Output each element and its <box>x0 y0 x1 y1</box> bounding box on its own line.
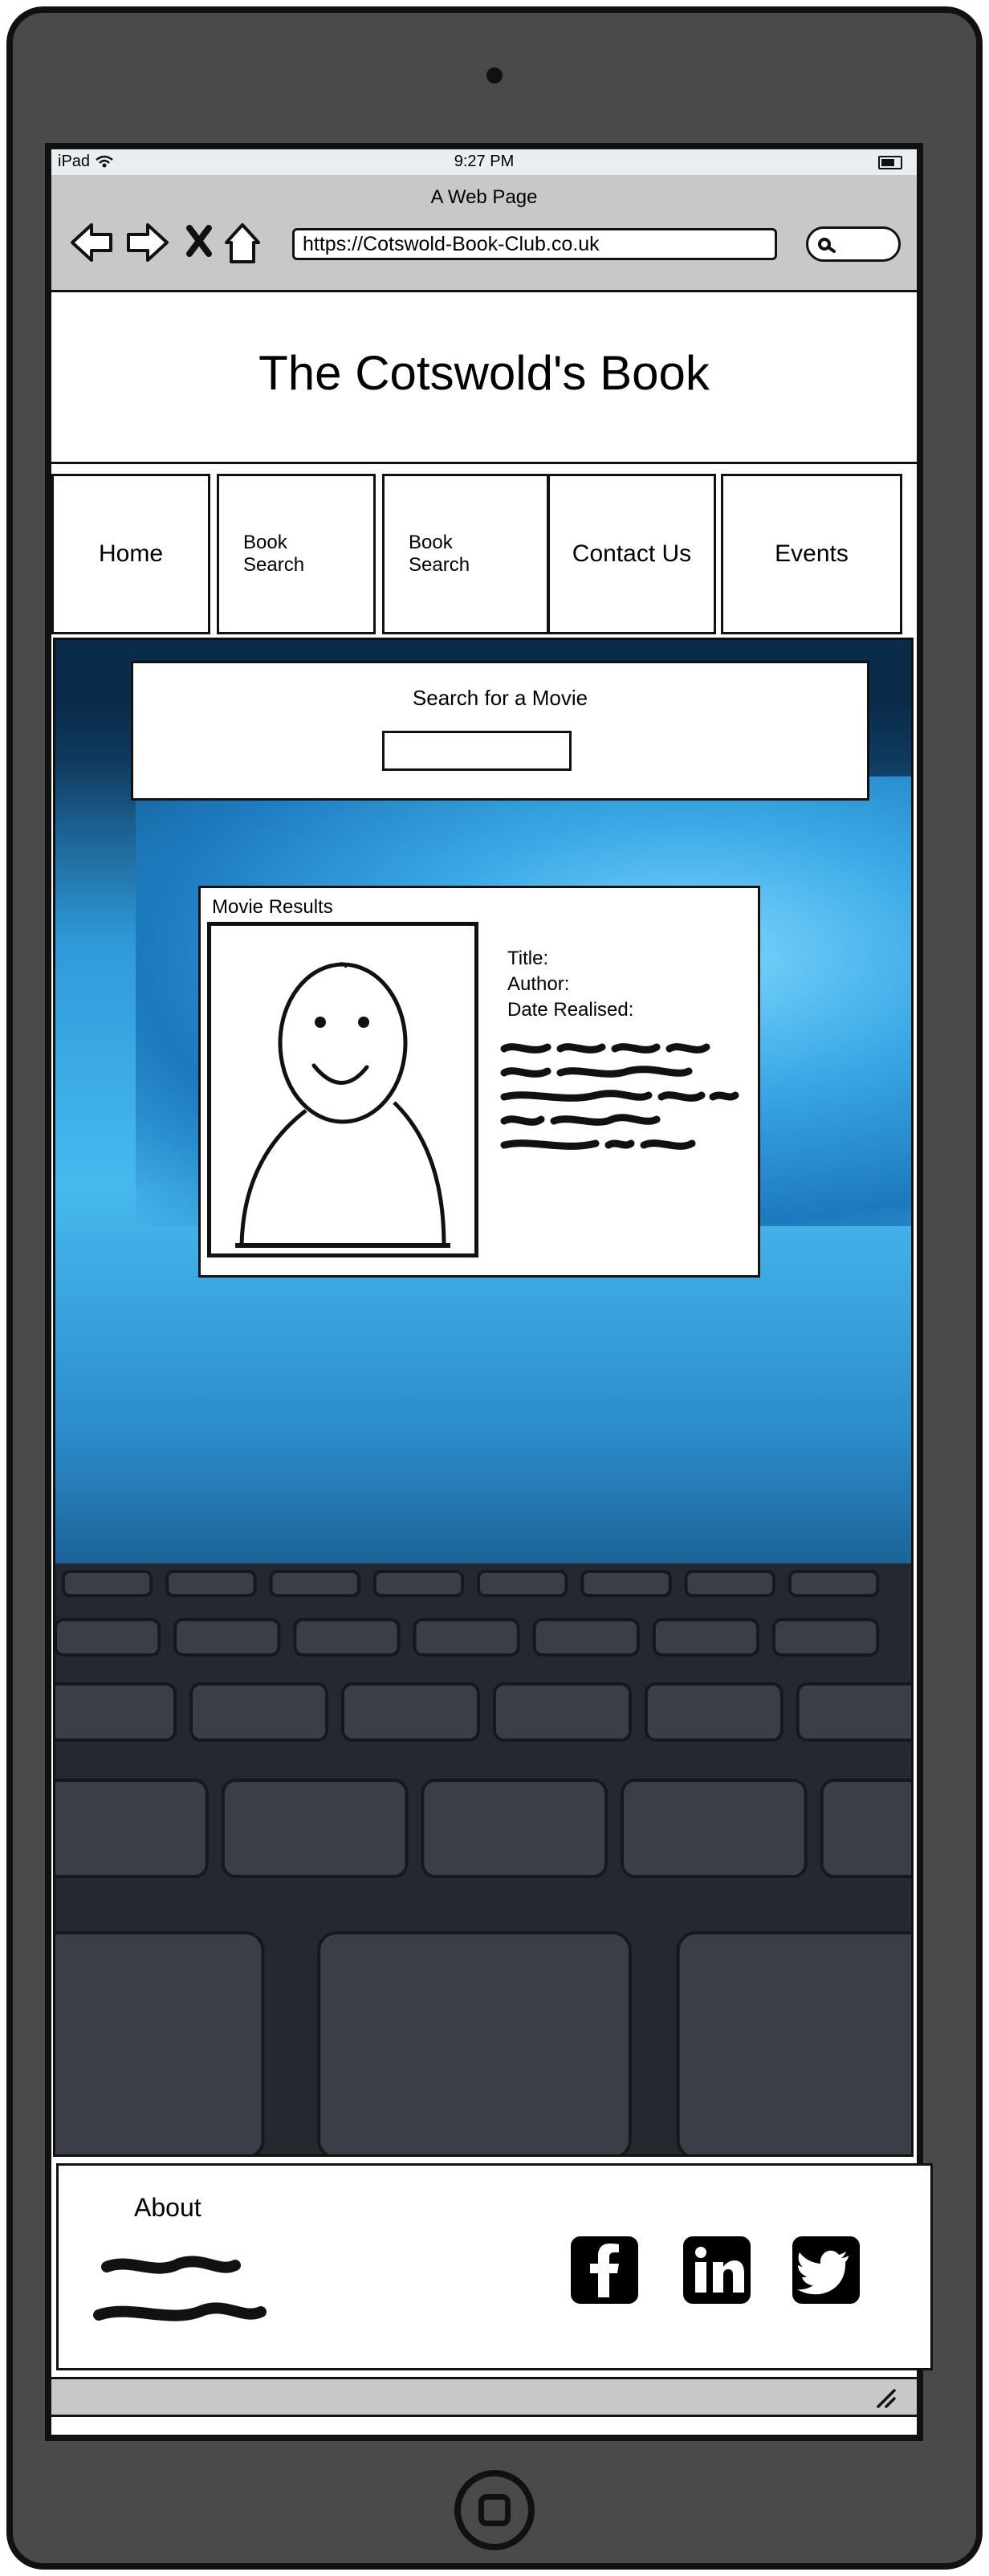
movie-results-card: Movie Results Title: Author: Date Realis… <box>198 886 760 1278</box>
avatar-placeholder-icon <box>235 962 450 1248</box>
main-nav: Home Book Search Book Search Contact Us … <box>51 469 917 638</box>
title-field: Title: <box>507 948 549 969</box>
search-icon <box>818 238 836 253</box>
nav-contact-us[interactable]: Contact Us <box>547 474 716 634</box>
resize-grip-icon[interactable] <box>873 2386 897 2410</box>
movie-search-input[interactable] <box>382 731 572 771</box>
movie-meta: Title: Author: Date Realised: <box>507 946 633 1023</box>
site-footer: About <box>56 2163 933 2370</box>
date-field: Date Realised: <box>507 999 634 1021</box>
arrow-left-icon[interactable] <box>71 223 112 262</box>
arrow-right-icon[interactable] <box>127 223 169 262</box>
browser-page-title: A Web Page <box>430 186 538 208</box>
home-icon[interactable] <box>225 223 260 263</box>
cinema-seats-illustration <box>55 1563 911 2154</box>
movie-poster-frame <box>207 922 478 1257</box>
browser-bottom-bar <box>51 2377 917 2417</box>
status-bar: iPad 9:27 PM <box>51 149 917 175</box>
placeholder-text-scribble <box>500 1043 739 1150</box>
site-header: The Cotswold's Book <box>51 292 917 464</box>
author-field: Author: <box>507 973 570 995</box>
footer-text-scribble <box>93 2256 267 2321</box>
nav-book-search[interactable]: Book Search <box>217 474 376 634</box>
close-icon[interactable] <box>186 225 212 257</box>
facebook-icon[interactable] <box>571 2236 638 2304</box>
cinema-background: Search for a Movie Movie Results Title: … <box>53 638 914 2157</box>
results-title: Movie Results <box>212 896 333 918</box>
nav-book-search-2[interactable]: Book Search <box>382 474 549 634</box>
facebook-glyph <box>590 2244 619 2297</box>
camera-icon <box>486 67 503 84</box>
browser-toolbar: A Web Page https://Cotswold-Book-Club.co… <box>51 175 917 292</box>
browser-nav-icons <box>71 223 260 263</box>
device-home-button[interactable] <box>454 2470 535 2550</box>
nav-events[interactable]: Events <box>721 474 902 634</box>
clock: 9:27 PM <box>454 153 515 170</box>
browser-search-field[interactable] <box>806 226 901 262</box>
twitter-glyph <box>797 2250 849 2295</box>
movie-search-panel: Search for a Movie <box>131 661 869 801</box>
footer-about-label: About <box>134 2193 201 2222</box>
url-field[interactable]: https://Cotswold-Book-Club.co.uk <box>292 228 777 260</box>
twitter-icon[interactable] <box>792 2236 860 2304</box>
search-label: Search for a Movie <box>412 686 588 710</box>
linkedin-icon[interactable] <box>683 2236 751 2304</box>
nav-home[interactable]: Home <box>51 474 210 634</box>
linkedin-glyph <box>695 2247 744 2293</box>
site-title: The Cotswold's Book <box>258 346 710 400</box>
battery-icon <box>878 156 902 169</box>
